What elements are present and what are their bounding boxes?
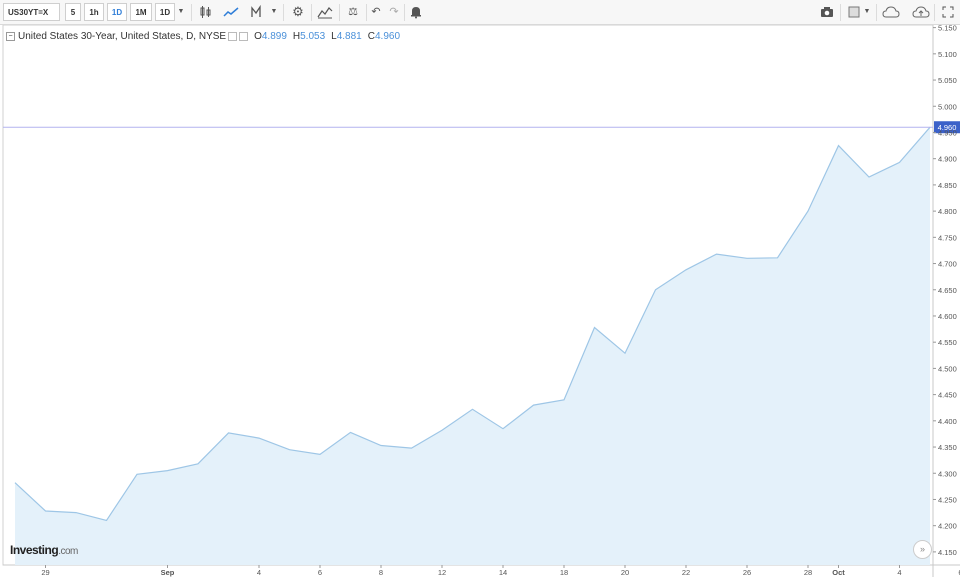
toolbar-divider [339, 4, 340, 21]
x-tick-label: Sep [161, 568, 175, 577]
y-tick-label: 4.350 [938, 443, 957, 452]
x-tick-label: 14 [499, 568, 507, 577]
alert-bell-icon[interactable] [405, 3, 427, 21]
scale-balance-icon[interactable]: ⚖ [342, 3, 364, 21]
y-tick-label: 4.850 [938, 181, 957, 190]
toolbar-divider [876, 4, 877, 21]
y-tick-label: 4.800 [938, 207, 957, 216]
y-tick-label: 5.100 [938, 50, 957, 59]
y-tick-label: 4.200 [938, 522, 957, 531]
close-label: C [367, 31, 375, 42]
y-tick-label: 4.700 [938, 260, 957, 269]
gear-icon[interactable]: ⚙ [287, 3, 309, 21]
chevron-down-icon[interactable]: ▼ [268, 3, 280, 21]
interval-1d-button[interactable]: 1D [107, 3, 127, 21]
y-tick-label: 4.400 [938, 417, 957, 426]
x-tick-label: Oct [832, 568, 845, 577]
collapse-legend-icon[interactable]: − [6, 31, 15, 41]
y-tick-label: 4.750 [938, 233, 957, 242]
y-tick-label: 4.650 [938, 286, 957, 295]
symbol-input[interactable]: US30YT=X [3, 3, 60, 21]
toolbar-divider [840, 4, 841, 21]
interval-dropdown-button[interactable]: 1D [155, 3, 175, 21]
chart-toolbar: US30YT=X 5 1h 1D 1M 1D ▼ ▼ ⚙ ⚖ ↶ ↷ ▼ [0, 0, 960, 25]
toolbar-divider [934, 4, 935, 21]
x-tick-label: 22 [682, 568, 690, 577]
y-tick-label: 4.550 [938, 338, 957, 347]
area-chart-icon[interactable] [220, 3, 242, 21]
open-value: 4.899 [261, 31, 287, 42]
y-tick-label: 5.150 [938, 25, 957, 33]
x-tick-label: 26 [743, 568, 751, 577]
logo-name: Investing [10, 543, 59, 557]
y-tick-label: 4.500 [938, 364, 957, 373]
toolbar-divider [311, 4, 312, 21]
y-tick-label: 5.050 [938, 76, 957, 85]
y-tick-label: 4.250 [938, 495, 957, 504]
toolbar-divider [191, 4, 192, 21]
x-tick-label: 28 [804, 568, 812, 577]
y-tick-label: 4.150 [938, 548, 957, 557]
chevron-down-icon[interactable]: ▼ [175, 3, 187, 21]
y-tick-label: 4.300 [938, 469, 957, 478]
fullscreen-icon[interactable] [937, 3, 959, 21]
logo-suffix: .com [58, 546, 78, 557]
interval-1m-button[interactable]: 1M [130, 3, 152, 21]
camera-icon[interactable] [816, 3, 838, 21]
chart-legend: − United States 30-Year, United States, D… [6, 31, 400, 42]
cloud-load-icon[interactable] [880, 3, 902, 21]
x-tick-label: 18 [560, 568, 568, 577]
interval-5min-button[interactable]: 5 [65, 3, 81, 21]
redo-icon[interactable]: ↷ [385, 3, 403, 21]
y-tick-label: 4.950 [938, 128, 957, 137]
candlestick-chart-icon[interactable] [194, 3, 216, 21]
x-tick-label: 20 [621, 568, 629, 577]
toolbar-divider [283, 4, 284, 21]
scroll-to-latest-button[interactable]: » [913, 540, 932, 559]
x-tick-label: 6 [318, 568, 322, 577]
x-tick-label: 8 [379, 568, 383, 577]
undo-icon[interactable]: ↶ [367, 3, 385, 21]
open-label: O [254, 31, 262, 42]
y-tick-label: 4.450 [938, 391, 957, 400]
y-tick-label: 5.000 [938, 102, 957, 111]
cloud-save-icon[interactable] [910, 3, 932, 21]
x-tick-label: 4 [897, 568, 901, 577]
indicators-icon[interactable] [246, 3, 268, 21]
price-area-chart[interactable]: 4.960 4.150 4.200 4.250 4.300 4.350 4.400 4.450… [0, 25, 960, 577]
instrument-title: United States 30-Year, United States, D,… [18, 31, 227, 42]
x-tick-label: 12 [438, 568, 446, 577]
close-value: 4.960 [374, 31, 401, 42]
y-tick-label: 4.600 [938, 312, 957, 321]
low-value: 4.881 [336, 31, 362, 42]
chevron-down-icon[interactable]: ▼ [861, 3, 873, 21]
visibility-toggle-icon[interactable] [228, 31, 238, 41]
interval-1h-button[interactable]: 1h [84, 3, 104, 21]
x-tick-label: 29 [41, 568, 49, 577]
y-tick-label: 4.900 [938, 155, 957, 164]
legend-settings-icon[interactable] [239, 31, 249, 41]
compare-chart-icon[interactable] [314, 3, 336, 21]
x-tick-label: 4 [257, 568, 261, 577]
investing-logo: Investing.com [10, 543, 78, 557]
high-value: 5.053 [300, 31, 326, 42]
